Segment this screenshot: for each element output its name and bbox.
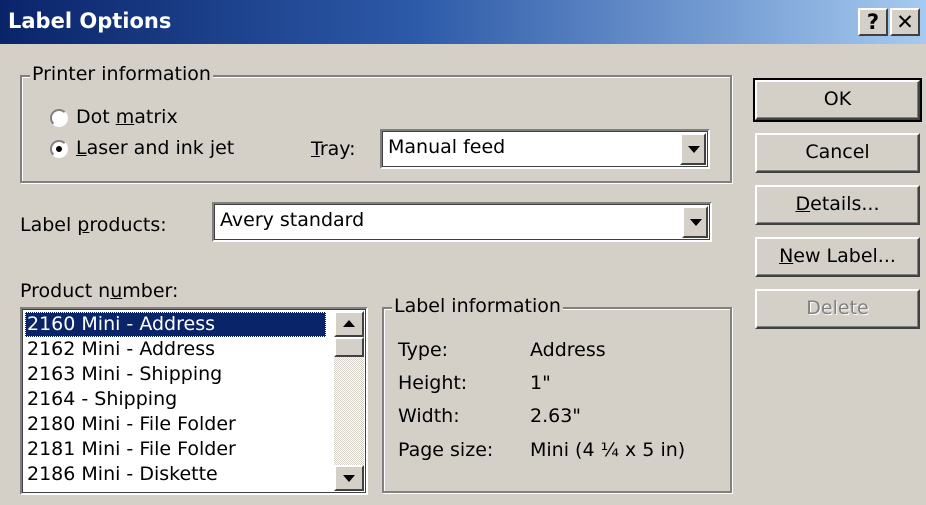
info-width-label: Width: xyxy=(398,405,460,427)
list-item[interactable]: 2163 Mini - Shipping xyxy=(25,362,326,387)
chevron-down-icon xyxy=(690,219,702,226)
info-page-size-label: Page size: xyxy=(398,439,494,461)
product-list-scrollbar[interactable] xyxy=(334,311,364,491)
list-item[interactable]: 2181 Mini - File Folder xyxy=(25,437,326,462)
dot-matrix-label[interactable]: Dot matrix xyxy=(76,106,178,128)
arrow-up-icon xyxy=(343,320,355,327)
ok-button[interactable]: OK xyxy=(753,78,922,122)
new-label-button[interactable]: New Label... xyxy=(755,237,920,277)
product-number-listbox[interactable]: 2160 Mini - Address 2162 Mini - Address … xyxy=(20,307,368,495)
printer-information-legend: Printer information xyxy=(30,63,213,85)
tray-select[interactable]: Manual feed xyxy=(380,129,710,169)
dot-matrix-radio[interactable] xyxy=(50,109,68,127)
help-button[interactable]: ? xyxy=(858,8,888,36)
scroll-up-button[interactable] xyxy=(334,311,364,337)
details-button[interactable]: Details... xyxy=(755,185,920,225)
label-products-label: Label products: xyxy=(20,214,167,236)
info-height-label: Height: xyxy=(398,372,468,394)
list-item[interactable]: 2186 Mini - Diskette xyxy=(25,462,326,487)
tray-value: Manual feed xyxy=(388,136,506,158)
radio-selected-dot xyxy=(56,146,62,152)
scroll-down-button[interactable] xyxy=(334,465,364,491)
list-item[interactable]: 2162 Mini - Address xyxy=(25,337,326,362)
cancel-button[interactable]: Cancel xyxy=(755,133,920,173)
laser-ink-jet-label[interactable]: Laser and ink jet xyxy=(76,137,234,159)
list-item[interactable]: 2160 Mini - Address xyxy=(25,312,326,337)
label-products-dropdown-button[interactable] xyxy=(682,206,708,238)
tray-dropdown-button[interactable] xyxy=(680,133,706,165)
label-information-group: Label information Type: Address Height: … xyxy=(382,295,732,493)
list-item[interactable]: 2180 Mini - File Folder xyxy=(25,412,326,437)
delete-button[interactable]: Delete xyxy=(755,289,920,329)
window-title: Label Options xyxy=(8,9,172,33)
product-number-label: Product number: xyxy=(20,280,179,302)
scroll-thumb[interactable] xyxy=(334,337,364,357)
info-height-value: 1" xyxy=(530,372,551,394)
arrow-down-icon xyxy=(343,475,355,482)
laser-ink-jet-radio[interactable] xyxy=(50,140,68,158)
info-type-value: Address xyxy=(530,339,606,361)
close-button[interactable]: ✕ xyxy=(890,8,920,36)
label-information-legend: Label information xyxy=(392,295,563,317)
title-bar[interactable]: Label Options ? ✕ xyxy=(0,0,926,44)
list-item[interactable]: 2164 - Shipping xyxy=(25,387,326,412)
label-products-value: Avery standard xyxy=(220,209,365,231)
info-page-size-value: Mini (4 ¼ x 5 in) xyxy=(530,439,686,461)
chevron-down-icon xyxy=(688,146,700,153)
info-width-value: 2.63" xyxy=(530,405,582,427)
label-products-select[interactable]: Avery standard xyxy=(212,202,712,242)
info-type-label: Type: xyxy=(398,339,449,361)
tray-label: Tray: xyxy=(311,138,356,160)
